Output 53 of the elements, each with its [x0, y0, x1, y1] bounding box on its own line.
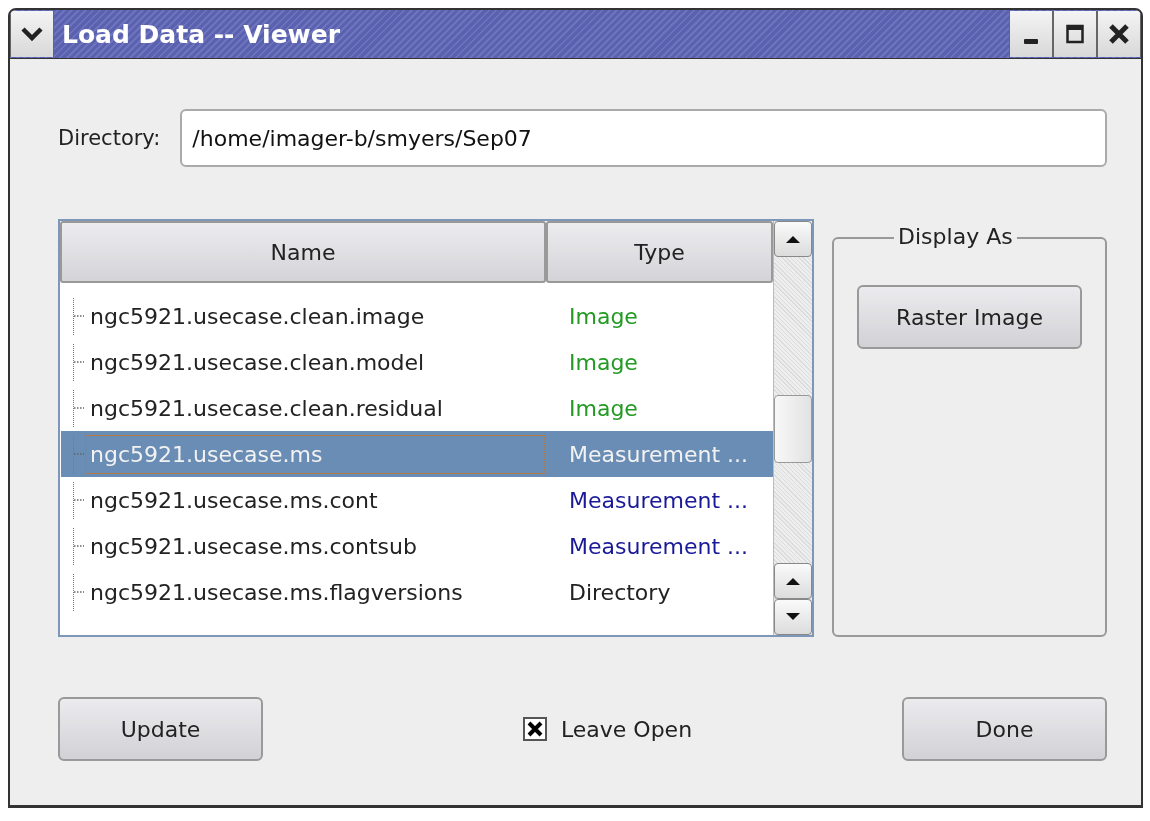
minimize-icon: [1024, 38, 1038, 44]
tree-connector-icon: [74, 498, 84, 502]
table-row[interactable]: ngc5921.usecase.ms.cont Measurement ...: [61, 477, 774, 523]
type-cell-text: Measurement ...: [568, 533, 749, 559]
table-row[interactable]: ngc5921.usecase.ms.contsub Measurement ...: [61, 523, 774, 569]
file-name: ngc5921.usecase.ms: [86, 435, 544, 473]
table-row[interactable]: ngc5921.usecase.clean.image Image: [61, 293, 774, 339]
file-name: ngc5921.usecase.clean.residual: [89, 394, 444, 423]
directory-label: Directory:: [58, 126, 161, 150]
raster-image-button[interactable]: Raster Image: [857, 285, 1083, 349]
tree-connector-icon: [74, 406, 84, 410]
file-name: ngc5921.usecase.ms.flagversions: [89, 578, 464, 607]
scroll-down-button[interactable]: [774, 599, 813, 635]
column-header[interactable]: Name: [60, 221, 546, 283]
window-title: Load Data -- Viewer: [61, 19, 340, 49]
triangle-up-icon: [785, 234, 802, 244]
tree-connector-icon: [74, 314, 84, 318]
file-name: ngc5921.usecase.clean.image: [89, 302, 426, 331]
table-row[interactable]: ngc5921.usecase.ms.flagversions Directory: [61, 569, 774, 615]
tree-connector-icon: [74, 590, 84, 594]
file-name: ngc5921.usecase.ms.contsub: [89, 532, 418, 561]
type-cell-text: Image: [568, 303, 639, 329]
scroll-up-button[interactable]: [774, 563, 813, 599]
done-button[interactable]: Done: [902, 697, 1107, 761]
scroll-up-button[interactable]: [774, 221, 813, 257]
table-row[interactable]: ngc5921.usecase.clean.residual Image: [61, 385, 774, 431]
window-menu-button[interactable]: [10, 11, 54, 57]
leave-open-checkbox[interactable]: [522, 717, 547, 741]
leave-open-label: Leave Open: [560, 716, 693, 742]
minimize-button[interactable]: [1009, 11, 1053, 57]
triangle-up-icon: [785, 576, 802, 586]
update-button[interactable]: Update: [58, 697, 263, 761]
close-button[interactable]: [1097, 11, 1141, 57]
type-cell-text: Measurement ...: [568, 441, 749, 467]
close-icon: [1108, 23, 1130, 45]
file-name: ngc5921.usecase.clean.model: [89, 348, 426, 377]
type-cell-text: Directory: [568, 579, 672, 605]
file-name: ngc5921.usecase.ms.cont: [89, 486, 379, 515]
chevron-down-icon: [21, 26, 43, 42]
tree-connector-icon: [74, 452, 84, 456]
type-cell-text: Image: [568, 395, 639, 421]
maximize-button[interactable]: [1053, 11, 1097, 57]
directory-field[interactable]: /home/imager-b/smyers/Sep07: [180, 109, 1107, 167]
type-cell-text: Image: [568, 349, 639, 375]
maximize-icon: [1065, 23, 1085, 45]
table-row[interactable]: ngc5921.usecase.clean.model Image: [61, 339, 774, 385]
tree-connector-icon: [74, 544, 84, 548]
type-cell-text: Measurement ...: [568, 487, 749, 513]
vertical-scrollbar[interactable]: [773, 221, 813, 635]
tree-connector-icon: [74, 360, 84, 364]
scrollbar-thumb[interactable]: [774, 395, 813, 463]
column-header[interactable]: Type: [546, 221, 774, 283]
triangle-down-icon: [785, 612, 802, 622]
